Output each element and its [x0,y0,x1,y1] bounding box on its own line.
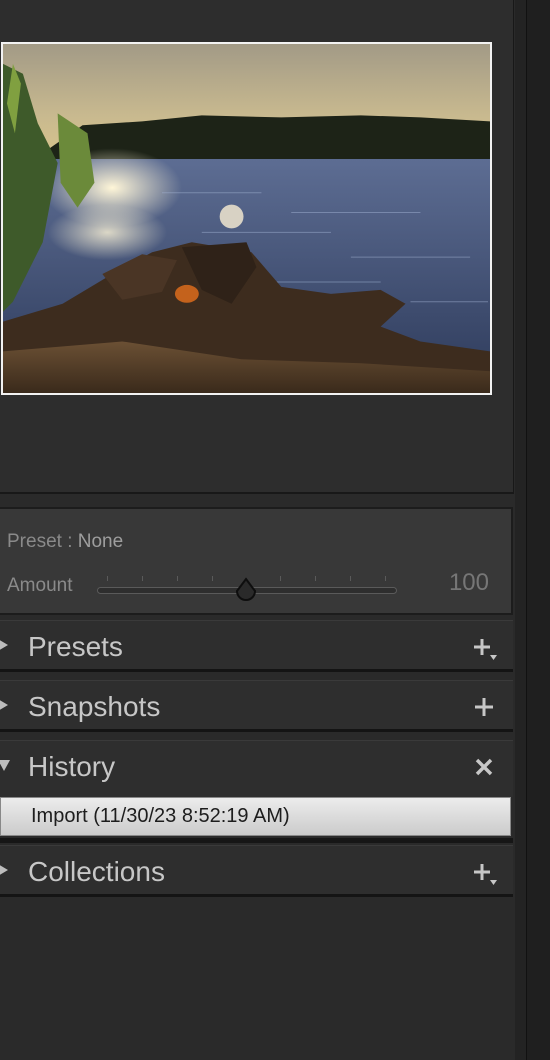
section-title: Presets [28,631,123,662]
slider-tick [107,576,108,581]
slider-tick [177,576,178,581]
plus-dropdown-icon[interactable] [469,858,499,888]
window-edge [526,0,550,1060]
preset-value: None [77,531,124,552]
navigator-preview-image[interactable] [1,42,492,395]
slider-tick [385,576,386,581]
expand-triangle-icon [0,640,8,650]
plus-icon[interactable] [469,693,499,723]
divider [0,838,513,843]
preview-photo [3,44,490,393]
collapse-triangle-icon [0,760,10,771]
history-item-label: Import (11/30/23 8:52:19 AM) [31,805,290,827]
preset-amount-panel: Preset : None Amount 100 [0,507,513,615]
section-snapshots[interactable]: Snapshots [0,680,513,732]
plus-dropdown-icon[interactable] [469,633,499,663]
amount-value[interactable]: 100 [449,569,489,597]
amount-label: Amount [7,575,73,596]
expand-triangle-icon [0,700,8,710]
slider-tick [142,576,143,581]
slider-tick [315,576,316,581]
slider-tick [350,576,351,581]
section-collections[interactable]: Collections [0,845,513,897]
preset-label-text: Preset : [7,531,78,552]
section-history[interactable]: History [0,740,513,797]
slider-tick [212,576,213,581]
section-title: Snapshots [28,691,161,722]
preset-label: Preset : None [7,531,123,553]
panel-scrollbar[interactable] [515,0,526,1060]
section-presets[interactable]: Presets [0,620,513,672]
slider-tick [280,576,281,581]
amount-slider[interactable] [97,574,397,604]
expand-triangle-icon [0,865,8,875]
navigator-panel [0,0,514,494]
history-item[interactable]: Import (11/30/23 8:52:19 AM) [0,797,511,836]
amount-slider-thumb[interactable] [234,575,258,603]
section-title: History [28,751,116,782]
section-title: Collections [28,856,165,887]
close-icon[interactable] [469,753,499,783]
